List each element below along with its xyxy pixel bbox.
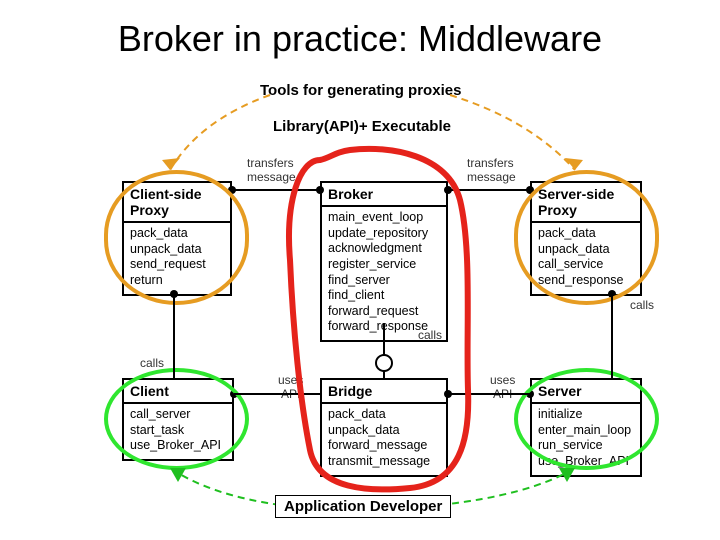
uml-dot xyxy=(228,186,236,194)
box-server-proxy: Server-side Proxy pack_data unpack_data … xyxy=(530,181,642,296)
box-ops: pack_data unpack_data call_service send_… xyxy=(532,223,640,294)
uml-dot xyxy=(444,186,452,194)
op: unpack_data xyxy=(538,242,634,258)
op: find_client xyxy=(328,288,440,304)
op: return xyxy=(130,273,224,289)
uml-dot xyxy=(170,290,178,298)
op: pack_data xyxy=(130,226,224,242)
box-title: Server-side Proxy xyxy=(532,183,640,223)
label-tools: Tools for generating proxies xyxy=(260,82,461,99)
label-app-developer: Application Developer xyxy=(275,495,451,518)
box-title: Broker xyxy=(322,183,446,207)
op: run_service xyxy=(538,438,634,454)
conn-label: calls xyxy=(418,328,442,342)
op: acknowledgment xyxy=(328,241,440,257)
uml-dot xyxy=(230,390,238,398)
uml-dot xyxy=(316,186,324,194)
op: unpack_data xyxy=(328,423,440,439)
op: send_response xyxy=(538,273,634,289)
op: forward_request xyxy=(328,304,440,320)
conn-label: calls xyxy=(630,298,654,312)
conn-label: uses API xyxy=(278,373,303,401)
box-title: Server xyxy=(532,380,640,404)
op: use_Broker_API xyxy=(130,438,226,454)
page-title: Broker in practice: Middleware xyxy=(0,18,720,60)
box-title: Bridge xyxy=(322,380,446,404)
op: enter_main_loop xyxy=(538,423,634,439)
label-library: Library(API)+ Executable xyxy=(273,118,451,135)
op: main_event_loop xyxy=(328,210,440,226)
box-title: Client-side Proxy xyxy=(124,183,230,223)
box-server: Server initialize enter_main_loop run_se… xyxy=(530,378,642,477)
op: find_server xyxy=(328,273,440,289)
op: pack_data xyxy=(538,226,634,242)
uml-dot xyxy=(526,390,534,398)
box-client-proxy: Client-side Proxy pack_data unpack_data … xyxy=(122,181,232,296)
box-ops: initialize enter_main_loop run_service u… xyxy=(532,404,640,475)
box-ops: call_server start_task use_Broker_API xyxy=(124,404,232,459)
op: use_Broker_API xyxy=(538,454,634,470)
op: register_service xyxy=(328,257,440,273)
op: call_service xyxy=(538,257,634,273)
uml-dot xyxy=(444,390,452,398)
op: transmit_message xyxy=(328,454,440,470)
op: start_task xyxy=(130,423,226,439)
conn-label: transfers message xyxy=(467,156,516,184)
box-bridge: Bridge pack_data unpack_data forward_mes… xyxy=(320,378,448,477)
op: initialize xyxy=(538,407,634,423)
op: unpack_data xyxy=(130,242,224,258)
op: call_server xyxy=(130,407,226,423)
uml-dot xyxy=(526,186,534,194)
conn-label: uses API xyxy=(490,373,515,401)
op: update_repository xyxy=(328,226,440,242)
box-ops: main_event_loop update_repository acknow… xyxy=(322,207,446,340)
op: pack_data xyxy=(328,407,440,423)
conn-label: calls xyxy=(140,356,164,370)
box-ops: pack_data unpack_data forward_message tr… xyxy=(322,404,446,475)
box-title: Client xyxy=(124,380,232,404)
box-ops: pack_data unpack_data send_request retur… xyxy=(124,223,230,294)
conn-label: transfers message xyxy=(247,156,296,184)
box-client: Client call_server start_task use_Broker… xyxy=(122,378,234,461)
op: forward_message xyxy=(328,438,440,454)
op: send_request xyxy=(130,257,224,273)
uml-dot xyxy=(608,290,616,298)
box-broker: Broker main_event_loop update_repository… xyxy=(320,181,448,342)
